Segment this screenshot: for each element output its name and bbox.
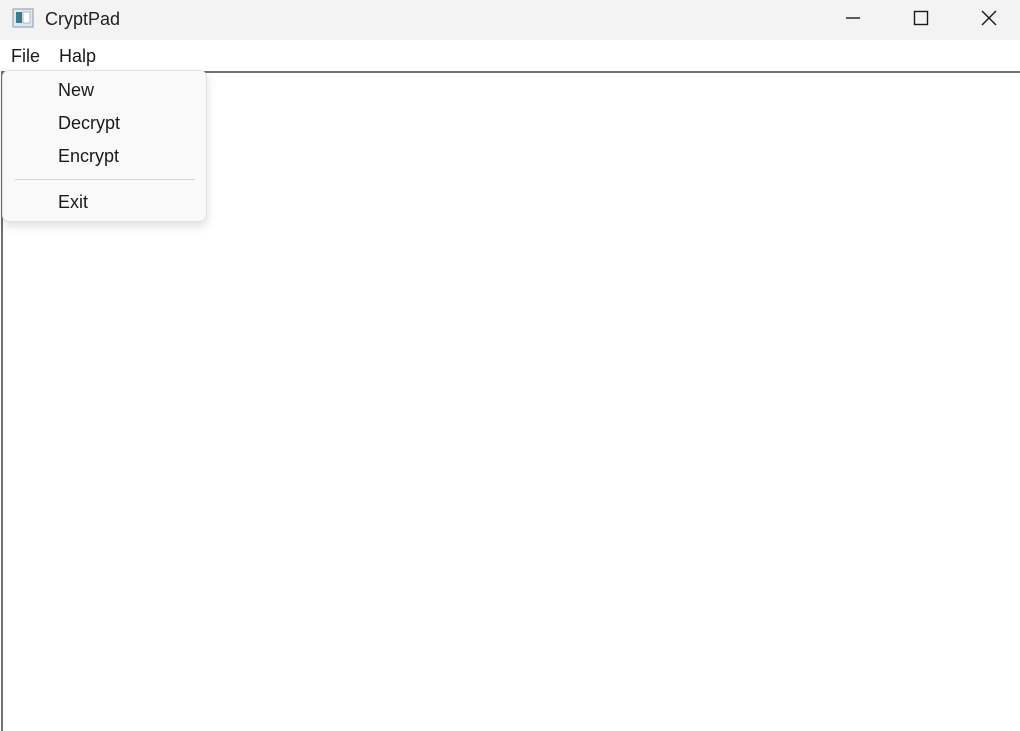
app-window: CryptPad File Halp New Decrypt Encrypt E… <box>0 0 1020 731</box>
file-dropdown-menu: New Decrypt Encrypt Exit <box>2 70 207 222</box>
menu-halp[interactable]: Halp <box>59 45 96 67</box>
close-icon <box>981 10 997 26</box>
maximize-button[interactable] <box>887 0 955 36</box>
menu-item-decrypt[interactable]: Decrypt <box>58 112 120 134</box>
menu-bar: File Halp <box>0 40 1020 71</box>
menu-file[interactable]: File <box>11 45 40 67</box>
title-bar[interactable]: CryptPad <box>0 0 1020 40</box>
close-button[interactable] <box>955 0 1020 36</box>
minimize-button[interactable] <box>819 0 887 36</box>
menu-item-encrypt[interactable]: Encrypt <box>58 145 119 167</box>
menu-item-exit[interactable]: Exit <box>58 191 88 213</box>
menu-item-new[interactable]: New <box>58 79 94 101</box>
window-title: CryptPad <box>45 9 121 29</box>
maximize-icon <box>913 10 929 26</box>
menu-separator <box>15 179 195 180</box>
app-icon <box>12 8 34 28</box>
minimize-icon <box>845 10 861 26</box>
